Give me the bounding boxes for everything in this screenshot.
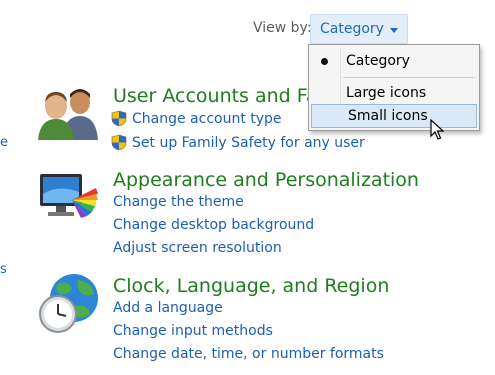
link-change-date-time[interactable]: Change date, time, or number formats [113, 346, 384, 362]
left-panel-link-fragment[interactable]: e [0, 135, 8, 150]
user-accounts-icon[interactable] [36, 86, 100, 140]
menu-item-label: Small icons [348, 108, 428, 124]
group-title-appearance[interactable]: Appearance and Personalization [113, 169, 419, 191]
menu-item-label: Large icons [346, 85, 427, 101]
menu-separator [343, 77, 475, 78]
menu-item-large-icons[interactable]: Large icons [309, 81, 479, 105]
view-by-selected: Category [320, 21, 384, 37]
radio-bullet-icon [321, 58, 328, 65]
appearance-icon[interactable] [38, 170, 100, 224]
mouse-pointer-icon [430, 119, 444, 140]
menu-item-small-icons[interactable]: Small icons [311, 104, 477, 128]
chevron-down-icon [389, 27, 398, 33]
link-change-theme[interactable]: Change the theme [113, 194, 244, 210]
menu-item-label: Category [346, 53, 410, 69]
group-title-clock[interactable]: Clock, Language, and Region [113, 275, 389, 297]
link-add-language[interactable]: Add a language [113, 300, 223, 316]
view-by-dropdown[interactable]: Category [310, 14, 408, 44]
clock-globe-icon[interactable] [38, 272, 102, 336]
shield-icon [111, 134, 127, 151]
view-by-menu: Category Large icons Small icons [308, 44, 480, 131]
shield-icon [111, 110, 127, 127]
link-adjust-screen-resolution[interactable]: Adjust screen resolution [113, 240, 282, 256]
left-panel-link-fragment[interactable]: s [0, 262, 7, 277]
menu-item-category[interactable]: Category [309, 49, 479, 73]
view-by-label: View by: [253, 20, 312, 36]
link-change-desktop-background[interactable]: Change desktop background [113, 217, 314, 233]
link-change-account-type[interactable]: Change account type [132, 111, 282, 127]
link-family-safety[interactable]: Set up Family Safety for any user [132, 135, 365, 151]
link-change-input-methods[interactable]: Change input methods [113, 323, 273, 339]
